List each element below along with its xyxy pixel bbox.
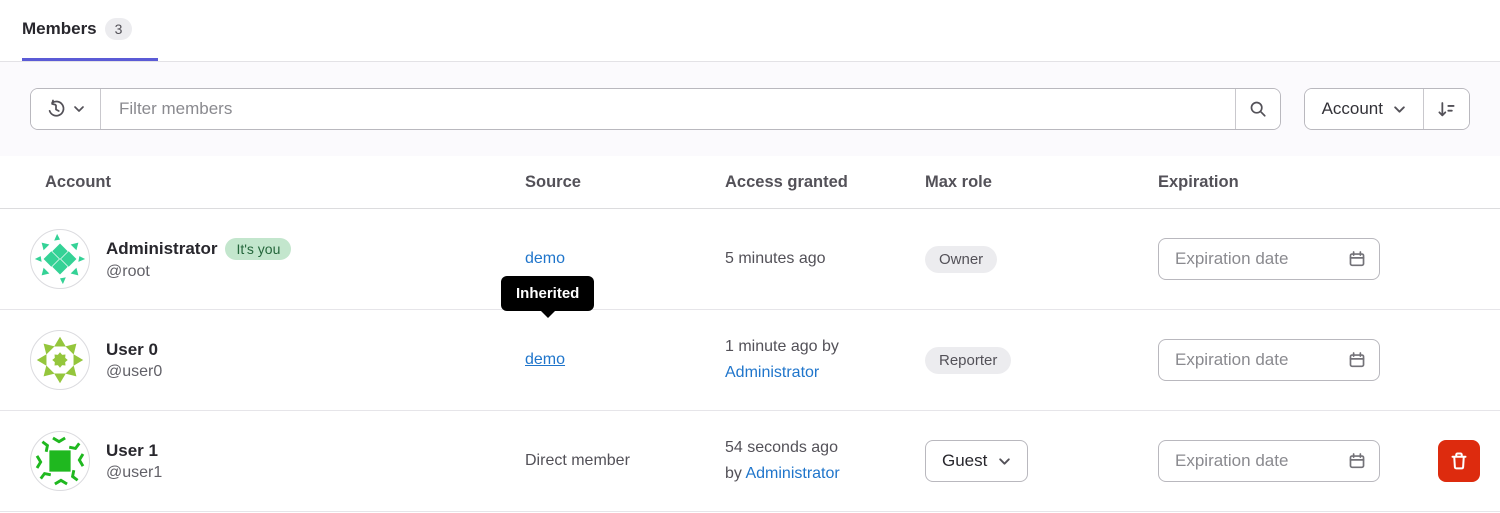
sort-control-group: Account <box>1304 88 1470 130</box>
search-button[interactable] <box>1235 89 1280 129</box>
username: @user0 <box>106 363 162 381</box>
max-role-dropdown[interactable]: Guest <box>925 440 1028 482</box>
sort-field-dropdown[interactable]: Account <box>1305 89 1423 129</box>
actions-cell <box>1420 440 1500 482</box>
access-granted-text: 5 minutes ago <box>725 250 826 267</box>
role-badge-reporter: Reporter <box>925 347 1011 374</box>
filter-history-button[interactable] <box>31 89 101 129</box>
source-cell: demo <box>525 250 725 268</box>
access-granted-text: 54 seconds ago <box>725 435 925 461</box>
history-icon <box>46 99 66 119</box>
members-count-badge: 3 <box>105 18 133 40</box>
table-row-user0: User 0 @user0 Inherited demo 1 minute ag… <box>0 310 1500 411</box>
sort-field-label: Account <box>1322 99 1383 119</box>
user-name-link[interactable]: User 0 <box>106 340 158 360</box>
sort-descending-icon <box>1437 100 1456 119</box>
user-name-link[interactable]: User 1 <box>106 441 158 461</box>
search-icon <box>1249 100 1267 118</box>
access-granted-by-link[interactable]: Administrator <box>725 364 819 381</box>
header-expiration: Expiration <box>1158 173 1420 192</box>
account-cell: Administrator It's you @root <box>30 229 525 289</box>
user-info: User 0 @user0 <box>106 340 162 381</box>
calendar-icon[interactable] <box>1348 250 1366 268</box>
expiration-date-input[interactable] <box>1175 451 1340 471</box>
account-cell: User 0 @user0 <box>30 330 525 390</box>
table-row-user1: User 1 @user1 Direct member 54 seconds a… <box>0 411 1500 512</box>
source-link[interactable]: demo <box>525 351 565 368</box>
chevron-down-icon <box>998 455 1011 468</box>
expiration-date-field <box>1158 339 1380 381</box>
its-you-badge: It's you <box>225 238 291 260</box>
access-granted-by-link[interactable]: Administrator <box>745 465 839 482</box>
expiration-date-field <box>1158 440 1380 482</box>
expiration-cell <box>1158 339 1420 381</box>
source-cell: Direct member <box>525 452 725 470</box>
tab-bar: Members 3 <box>0 0 1500 62</box>
user-name-link[interactable]: Administrator <box>106 239 217 259</box>
chevron-down-icon <box>73 103 85 115</box>
access-granted-cell: 54 seconds ago by Administrator <box>725 435 925 487</box>
chevron-down-icon <box>1393 103 1406 116</box>
account-cell: User 1 @user1 <box>30 431 525 491</box>
filter-bar: Account <box>0 62 1500 156</box>
access-granted-cell: 1 minute ago by Administrator <box>725 334 925 386</box>
avatar-user0[interactable] <box>30 330 90 390</box>
expiration-date-input[interactable] <box>1175 249 1340 269</box>
access-granted-by-prefix: by <box>725 465 742 482</box>
tab-members[interactable]: Members 3 <box>22 0 158 61</box>
avatar-administrator[interactable] <box>30 229 90 289</box>
expiration-date-field <box>1158 238 1380 280</box>
access-granted-text: 1 minute ago by <box>725 334 925 360</box>
max-role-cell: Guest <box>925 440 1158 482</box>
expiration-date-input[interactable] <box>1175 350 1340 370</box>
table-row-administrator: Administrator It's you @root demo 5 minu… <box>0 209 1500 310</box>
avatar-user1[interactable] <box>30 431 90 491</box>
max-role-cell: Reporter <box>925 347 1158 374</box>
sort-direction-button[interactable] <box>1423 89 1469 129</box>
inherited-tooltip: Inherited <box>501 276 594 311</box>
identicon-root <box>31 229 89 289</box>
table-header-row: Account Source Access granted Max role E… <box>0 156 1500 209</box>
source-cell: Inherited demo <box>525 351 725 369</box>
access-granted-cell: 5 minutes ago <box>725 246 925 272</box>
header-source: Source <box>525 173 725 192</box>
identicon-user1 <box>31 431 89 491</box>
expiration-cell <box>1158 238 1420 280</box>
header-max-role: Max role <box>925 173 1158 192</box>
source-link[interactable]: demo <box>525 250 565 267</box>
max-role-value: Guest <box>942 451 987 471</box>
header-account: Account <box>30 173 525 192</box>
filter-input-group <box>30 88 1281 130</box>
max-role-cell: Owner <box>925 246 1158 273</box>
calendar-icon[interactable] <box>1348 351 1366 369</box>
username: @user1 <box>106 464 162 482</box>
tab-members-label: Members <box>22 19 97 39</box>
expiration-cell <box>1158 440 1420 482</box>
identicon-user0 <box>31 330 89 390</box>
header-access-granted: Access granted <box>725 173 925 192</box>
user-info: User 1 @user1 <box>106 441 162 482</box>
filter-members-input[interactable] <box>101 89 1235 129</box>
user-info: Administrator It's you @root <box>106 238 291 281</box>
calendar-icon[interactable] <box>1348 452 1366 470</box>
trash-icon <box>1449 451 1469 471</box>
role-badge-owner: Owner <box>925 246 997 273</box>
remove-member-button[interactable] <box>1438 440 1480 482</box>
username: @root <box>106 263 291 281</box>
source-text: Direct member <box>525 452 630 469</box>
